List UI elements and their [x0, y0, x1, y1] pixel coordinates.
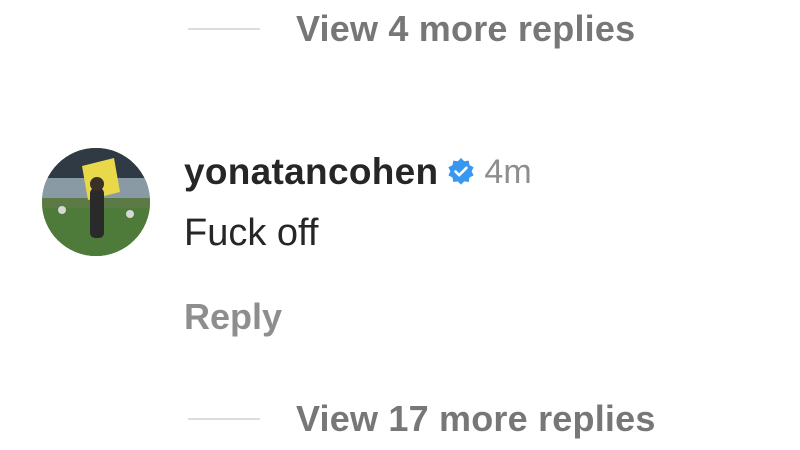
- comments-thread: View 4 more replies yonatancohen 4m Fuck…: [0, 0, 800, 450]
- comment-header: yonatancohen 4m: [184, 148, 744, 196]
- comment-text: Fuck off: [184, 212, 319, 254]
- avatar[interactable]: [42, 148, 150, 256]
- view-more-replies-label: View 17 more replies: [296, 398, 656, 439]
- reply-divider: [188, 28, 260, 30]
- avatar-image: [42, 148, 150, 256]
- reply-divider: [188, 418, 260, 420]
- view-more-replies-bottom[interactable]: View 17 more replies: [188, 398, 656, 440]
- view-more-replies-top[interactable]: View 4 more replies: [188, 8, 635, 50]
- comment-timestamp: 4m: [484, 152, 532, 191]
- reply-button[interactable]: Reply: [184, 296, 282, 338]
- verified-badge-icon: [446, 157, 476, 187]
- view-more-replies-label: View 4 more replies: [296, 8, 636, 49]
- username[interactable]: yonatancohen: [184, 151, 438, 193]
- comment-body: yonatancohen 4m Fuck off Reply: [184, 148, 744, 337]
